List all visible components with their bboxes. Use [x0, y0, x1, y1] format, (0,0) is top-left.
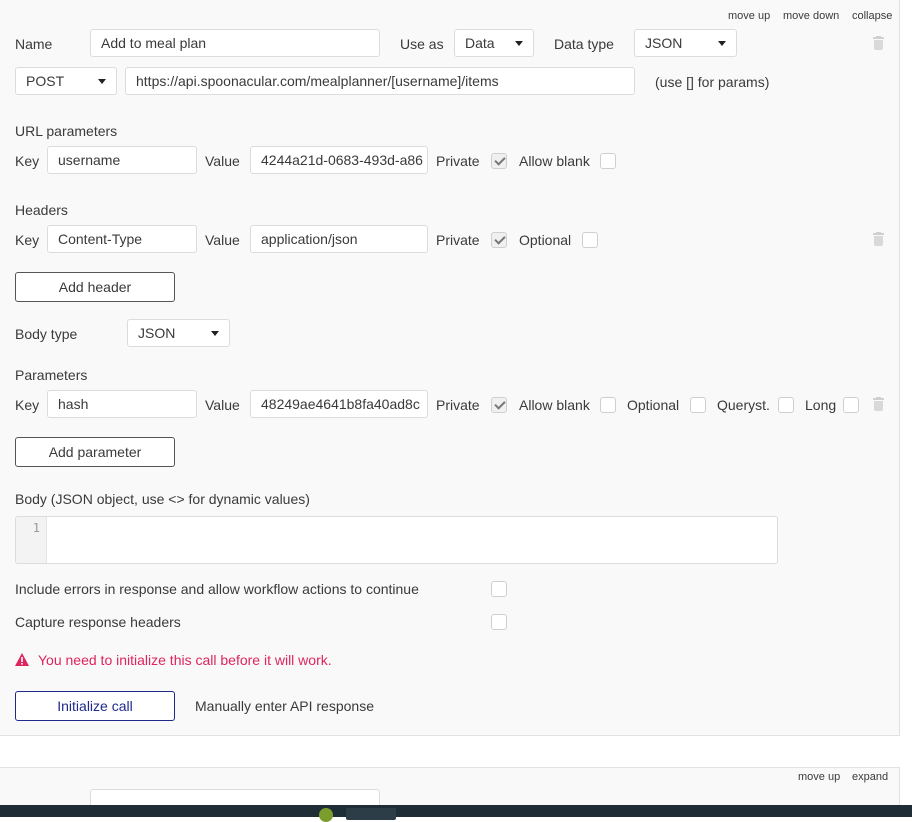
add-parameter-button[interactable]: Add parameter — [15, 437, 175, 467]
delete-parameter-icon[interactable] — [873, 397, 884, 411]
parameters-heading: Parameters — [15, 367, 88, 383]
use-as-label: Use as — [400, 36, 444, 52]
body-label: Body (JSON object, use <> for dynamic va… — [15, 491, 310, 507]
url-param-value-label: Value — [205, 153, 240, 169]
warning-text: You need to initialize this call before … — [38, 652, 332, 668]
param-long-label: Long — [805, 397, 837, 413]
method-select[interactable]: POST — [15, 67, 117, 95]
add-header-button[interactable]: Add header — [15, 272, 175, 302]
param-private-checkbox[interactable] — [491, 397, 507, 413]
next-api-call-card: move up expand — [0, 767, 900, 807]
url-parameters-heading: URL parameters — [15, 123, 118, 139]
param-long-checkbox[interactable] — [843, 397, 859, 413]
param-queryst-checkbox[interactable] — [778, 397, 794, 413]
taskbar — [0, 805, 912, 822]
chevron-down-icon — [211, 331, 219, 336]
name-label: Name — [15, 36, 53, 52]
body-type-value: JSON — [138, 325, 176, 341]
header-private-label: Private — [436, 232, 480, 248]
header-value-label: Value — [205, 232, 240, 248]
taskbar-button[interactable] — [346, 808, 396, 820]
body-type-label: Body type — [15, 326, 78, 342]
next-move-up-link[interactable]: move up — [798, 771, 840, 783]
url-param-private-label: Private — [436, 153, 480, 169]
use-as-select[interactable]: Data — [454, 29, 534, 57]
include-errors-label: Include errors in response and allow wor… — [15, 581, 419, 597]
data-type-value: JSON — [645, 35, 683, 51]
param-key-input[interactable]: hash — [47, 390, 197, 418]
param-private-label: Private — [436, 397, 480, 413]
header-private-checkbox[interactable] — [491, 232, 507, 248]
capture-headers-checkbox[interactable] — [491, 614, 507, 630]
param-optional-label: Optional — [627, 397, 680, 413]
param-optional-checkbox[interactable] — [690, 397, 706, 413]
param-queryst-label: Queryst. — [717, 397, 770, 413]
url-param-allow-blank-checkbox[interactable] — [600, 153, 616, 169]
param-allow-blank-checkbox[interactable] — [600, 397, 616, 413]
delete-call-icon[interactable] — [873, 36, 884, 50]
warning-icon — [15, 653, 29, 666]
chevron-down-icon — [718, 41, 726, 46]
url-param-private-checkbox[interactable] — [491, 153, 507, 169]
capture-headers-label: Capture response headers — [15, 614, 181, 630]
body-type-select[interactable]: JSON — [127, 319, 230, 347]
api-call-card: move up move down collapse Name Add to m… — [0, 0, 900, 736]
header-optional-checkbox[interactable] — [582, 232, 598, 248]
param-value-label: Value — [205, 397, 240, 413]
url-input[interactable]: https://api.spoonacular.com/mealplanner/… — [125, 67, 635, 95]
chevron-down-icon — [515, 41, 523, 46]
manually-enter-response-link[interactable]: Manually enter API response — [195, 698, 374, 714]
move-up-link[interactable]: move up — [728, 10, 770, 22]
use-as-value: Data — [465, 35, 495, 51]
name-input[interactable]: Add to meal plan — [90, 29, 380, 57]
data-type-label: Data type — [554, 36, 614, 52]
param-allow-blank-label: Allow blank — [519, 397, 590, 413]
editor-gutter: 1 — [16, 517, 47, 563]
header-optional-label: Optional — [519, 232, 572, 248]
body-editor[interactable]: 1 — [15, 516, 778, 564]
url-param-value-input[interactable]: 4244a21d-0683-493d-a86 — [250, 146, 428, 174]
line-number: 1 — [32, 521, 40, 535]
header-key-label: Key — [15, 232, 40, 248]
taskbar-app-icon[interactable] — [319, 808, 333, 822]
param-key-label: Key — [15, 397, 40, 413]
headers-heading: Headers — [15, 202, 68, 218]
method-value: POST — [26, 73, 65, 89]
header-key-input[interactable]: Content-Type — [47, 225, 197, 253]
url-param-key-input[interactable]: username — [47, 146, 197, 174]
url-param-allow-blank-label: Allow blank — [519, 153, 590, 169]
header-value-input[interactable]: application/json — [250, 225, 428, 253]
collapse-link[interactable]: collapse — [852, 10, 892, 22]
move-down-link[interactable]: move down — [783, 10, 839, 22]
include-errors-checkbox[interactable] — [491, 581, 507, 597]
url-hint: (use [] for params) — [655, 74, 770, 90]
delete-header-icon[interactable] — [873, 232, 884, 246]
initialize-call-button[interactable]: Initialize call — [15, 691, 175, 721]
param-value-input[interactable]: 48249ae4641b8fa40ad8c — [250, 390, 428, 418]
chevron-down-icon — [98, 79, 106, 84]
url-param-key-label: Key — [15, 153, 40, 169]
data-type-select[interactable]: JSON — [634, 29, 737, 57]
expand-link[interactable]: expand — [852, 771, 888, 783]
